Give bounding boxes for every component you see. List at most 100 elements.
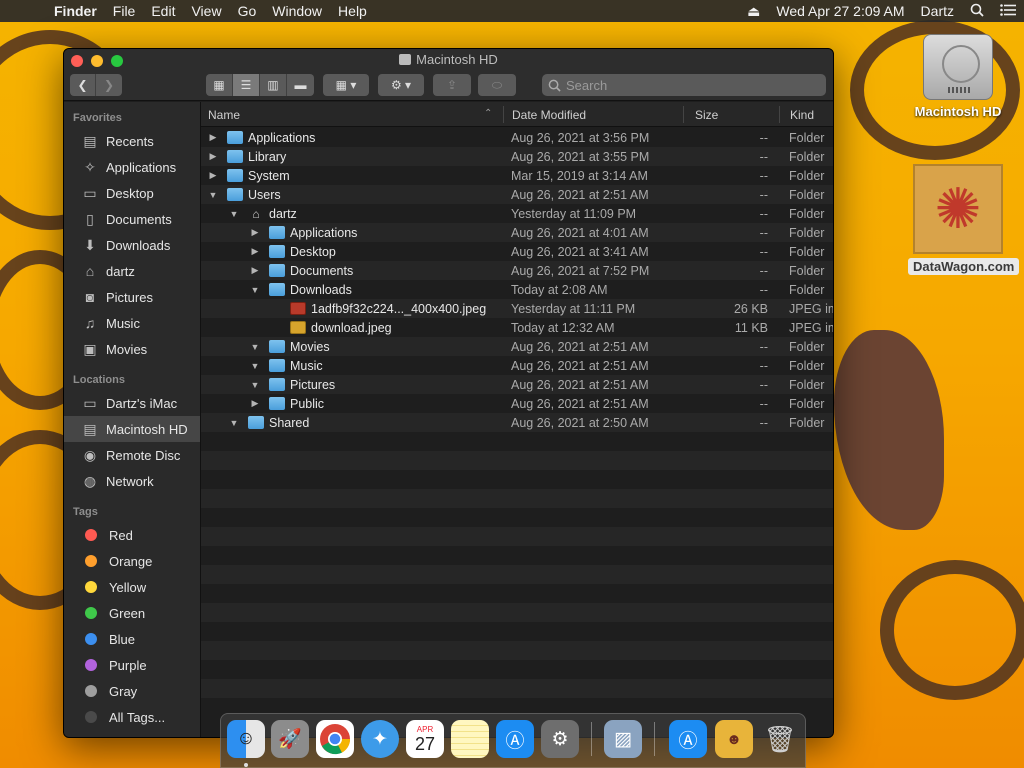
search-input[interactable] xyxy=(566,77,806,93)
launchpad-dock-icon[interactable]: 🚀 xyxy=(271,720,309,758)
menu-help[interactable]: Help xyxy=(330,3,375,19)
sidebar-tag-yellow[interactable]: Yellow xyxy=(64,574,200,600)
disclosure-closed-icon[interactable]: ▶ xyxy=(250,398,260,409)
column-date-modified[interactable]: Date Modified xyxy=(512,108,586,122)
table-row[interactable]: ▼ Music Aug 26, 2021 at 2:51 AM -- Folder xyxy=(201,356,833,375)
app-store-dock-icon[interactable]: Ⓐ xyxy=(496,720,534,758)
column-kind[interactable]: Kind xyxy=(790,108,814,122)
sidebar-tag-red[interactable]: Red xyxy=(64,522,200,548)
table-row[interactable]: ▼ Movies Aug 26, 2021 at 2:51 AM -- Folder xyxy=(201,337,833,356)
sidebar-item-applications[interactable]: ✧ Applications xyxy=(64,154,200,180)
disclosure-open-icon[interactable]: ▼ xyxy=(250,285,260,295)
sidebar-item-macintosh-hd[interactable]: ▤ Macintosh HD xyxy=(64,416,200,442)
sidebar-tag-all-tags[interactable]: All Tags... xyxy=(64,704,200,730)
table-row[interactable]: ▶ Applications Aug 26, 2021 at 3:56 PM -- Fo… xyxy=(201,128,833,147)
icon-view-button[interactable]: ▦ xyxy=(206,74,233,96)
sidebar-item-pictures[interactable]: ◙ Pictures xyxy=(64,284,200,310)
system-preferences-gear-icon[interactable]: ⚙ xyxy=(541,720,579,758)
empty-row xyxy=(201,660,833,679)
sidebar-item-home[interactable]: ⌂ dartz xyxy=(64,258,200,284)
title-bar[interactable]: Macintosh HD ❮ ❯ ▦ ☰ ▥ ▬ ▦ ▾ ⚙ ▾ ⇪ ⬭ xyxy=(64,49,833,101)
table-row[interactable]: ▶ Public Aug 26, 2021 at 2:51 AM -- Folder xyxy=(201,394,833,413)
menu-clock[interactable]: Wed Apr 27 2:09 AM xyxy=(768,3,912,19)
app-store-download-icon[interactable]: Ⓐ xyxy=(669,720,707,758)
finder-dock-icon[interactable]: ☺ xyxy=(227,720,265,758)
desktop-macintosh-hd[interactable]: Macintosh HD xyxy=(908,34,1008,119)
menu-window[interactable]: Window xyxy=(264,3,330,19)
disclosure-closed-icon[interactable]: ▶ xyxy=(250,227,260,238)
column-name[interactable]: Name xyxy=(208,108,240,122)
sidebar-item-recents[interactable]: ▤ Recents xyxy=(64,128,200,154)
table-row[interactable]: ▶ Desktop Aug 26, 2021 at 3:41 AM -- Folder xyxy=(201,242,833,261)
back-button[interactable]: ❮ xyxy=(70,74,96,96)
disclosure-closed-icon[interactable]: ▶ xyxy=(208,132,218,143)
sidebar-tag-purple[interactable]: Purple xyxy=(64,652,200,678)
list-view-button[interactable]: ☰ xyxy=(233,74,260,96)
table-row[interactable]: download.jpeg Today at 12:32 AM 11 KB JPEG … xyxy=(201,318,833,337)
safari-compass-icon[interactable]: ✦ xyxy=(361,720,399,758)
preview-dock-icon[interactable]: ▨ xyxy=(604,720,642,758)
tag-button[interactable]: ⬭ xyxy=(478,74,516,96)
table-row[interactable]: 1adfb9f32c224..._400x400.jpeg Yesterday a… xyxy=(201,299,833,318)
table-row[interactable]: ▼ Shared Aug 26, 2021 at 2:50 AM -- Folder xyxy=(201,413,833,432)
sidebar-item-network[interactable]: ◍ Network xyxy=(64,468,200,494)
desktop-datawagon-image[interactable]: ✺ DataWagon.com xyxy=(908,164,1020,276)
disclosure-open-icon[interactable]: ▼ xyxy=(250,342,260,352)
table-row[interactable]: ▶ Library Aug 26, 2021 at 3:55 PM -- Folder xyxy=(201,147,833,166)
table-row[interactable]: ▼ Pictures Aug 26, 2021 at 2:51 AM -- Folder xyxy=(201,375,833,394)
column-divider[interactable] xyxy=(503,106,504,123)
chrome-dock-icon[interactable] xyxy=(316,720,354,758)
sidebar-item-music[interactable]: ♫ Music xyxy=(64,310,200,336)
table-row[interactable]: ▼ ⌂ dartz Yesterday at 11:09 PM -- Folder xyxy=(201,204,833,223)
gallery-view-button[interactable]: ▬ xyxy=(287,74,314,96)
table-row[interactable]: ▼ Users Aug 26, 2021 at 2:51 AM -- Folder xyxy=(201,185,833,204)
disclosure-open-icon[interactable]: ▼ xyxy=(208,190,218,200)
calendar-dock-icon[interactable]: APR 27 xyxy=(406,720,444,758)
disclosure-open-icon[interactable]: ▼ xyxy=(229,418,239,428)
sidebar-item-imac[interactable]: ▭ Dartz's iMac xyxy=(64,390,200,416)
sidebar-item-remote-disc[interactable]: ◉ Remote Disc xyxy=(64,442,200,468)
column-divider[interactable] xyxy=(683,106,684,123)
menu-file[interactable]: File xyxy=(105,3,144,19)
table-row[interactable]: ▼ Downloads Today at 2:08 AM -- Folder xyxy=(201,280,833,299)
menu-edit[interactable]: Edit xyxy=(143,3,183,19)
sidebar-tag-gray[interactable]: Gray xyxy=(64,678,200,704)
table-row[interactable]: ▶ Documents Aug 26, 2021 at 7:52 PM -- Folde… xyxy=(201,261,833,280)
disclosure-closed-icon[interactable]: ▶ xyxy=(208,170,218,181)
disclosure-closed-icon[interactable]: ▶ xyxy=(250,265,260,276)
disclosure-open-icon[interactable]: ▼ xyxy=(250,380,260,390)
column-divider[interactable] xyxy=(779,106,780,123)
image-stack-dock-icon[interactable]: ☻ xyxy=(715,720,753,758)
disclosure-open-icon[interactable]: ▼ xyxy=(250,361,260,371)
sidebar-item-documents[interactable]: ▯ Documents xyxy=(64,206,200,232)
disclosure-open-icon[interactable]: ▼ xyxy=(229,209,239,219)
sidebar-item-downloads[interactable]: ⬇ Downloads xyxy=(64,232,200,258)
action-gear-button[interactable]: ⚙ ▾ xyxy=(378,74,424,96)
globe-icon: ◍ xyxy=(83,472,97,489)
menu-user[interactable]: Dartz xyxy=(913,3,962,19)
menu-finder[interactable]: Finder xyxy=(46,3,105,19)
menu-go[interactable]: Go xyxy=(230,3,265,19)
sidebar-tag-blue[interactable]: Blue xyxy=(64,626,200,652)
notes-dock-icon[interactable] xyxy=(451,720,489,758)
sidebar-item-movies[interactable]: ▣ Movies xyxy=(64,336,200,362)
search-field[interactable] xyxy=(542,74,826,96)
table-row[interactable]: ▶ System Mar 15, 2019 at 3:14 AM -- Folder xyxy=(201,166,833,185)
sidebar-tag-orange[interactable]: Orange xyxy=(64,548,200,574)
column-view-button[interactable]: ▥ xyxy=(260,74,287,96)
disclosure-closed-icon[interactable]: ▶ xyxy=(208,151,218,162)
table-row[interactable]: ▶ Applications Aug 26, 2021 at 4:01 AM -- Fo… xyxy=(201,223,833,242)
spotlight-icon[interactable] xyxy=(962,3,992,20)
sidebar-item-desktop[interactable]: ▭ Desktop xyxy=(64,180,200,206)
group-by-button[interactable]: ▦ ▾ xyxy=(323,74,369,96)
forward-button[interactable]: ❯ xyxy=(96,74,122,96)
eject-icon[interactable]: ⏏ xyxy=(739,3,768,20)
sidebar-tag-green[interactable]: Green xyxy=(64,600,200,626)
notification-center-icon[interactable] xyxy=(992,3,1024,19)
menu-view[interactable]: View xyxy=(183,3,229,19)
disclosure-closed-icon[interactable]: ▶ xyxy=(250,246,260,257)
trash-icon[interactable]: 🗑 xyxy=(761,720,799,758)
column-size[interactable]: Size xyxy=(695,108,718,122)
folder-icon xyxy=(269,283,285,296)
share-button[interactable]: ⇪ xyxy=(433,74,471,96)
